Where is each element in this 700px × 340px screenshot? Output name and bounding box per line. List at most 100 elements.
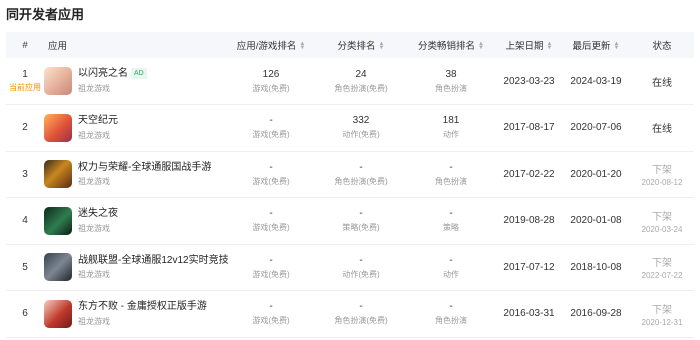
category-rank-value: -	[359, 254, 363, 266]
launch-date: 2019-08-28	[503, 215, 555, 227]
grossing-rank-subtitle: 角色扮演	[435, 83, 467, 93]
app-name-link[interactable]: 东方不败 - 金庸授权正版手游	[78, 301, 207, 312]
app-game-rank-value: -	[269, 208, 273, 220]
status-date: 2020-08-12	[641, 178, 683, 188]
column-header-launch-date[interactable]: 上架日期 ▲ ▼	[496, 32, 562, 58]
app-game-rank-value: -	[269, 161, 273, 173]
grossing-rank-value: 181	[442, 115, 460, 127]
app-name-link[interactable]: 以闪亮之名	[78, 68, 128, 79]
row-index: 5	[22, 261, 28, 273]
app-name-link[interactable]: 权力与荣耀-全球通服国战手游	[78, 162, 211, 173]
developer-name[interactable]: 祖龙游戏	[78, 270, 229, 280]
grossing-rank-value: -	[449, 208, 453, 220]
app-game-rank-cell: - 游戏(免费)	[226, 291, 316, 338]
row-index: 6	[22, 308, 28, 320]
grossing-rank-subtitle: 角色扮演	[435, 316, 467, 326]
sort-updown-icon[interactable]: ▲ ▼	[379, 41, 385, 51]
column-header-grossing-rank[interactable]: 分类畅销排名 ▲ ▼	[406, 32, 496, 58]
app-name-link[interactable]: 战舰联盟-全球通服12v12实时竞技	[78, 255, 229, 266]
status-date: 2020-03-24	[641, 224, 683, 234]
launch-date: 2016-03-31	[503, 308, 555, 320]
developer-name[interactable]: 祖龙游戏	[78, 84, 147, 94]
grossing-rank-cell: 38 角色扮演	[406, 58, 496, 105]
status-text: 在线	[652, 77, 672, 89]
last-update-date: 2024-03-19	[570, 75, 622, 87]
developer-name[interactable]: 祖龙游戏	[78, 131, 118, 141]
table-row[interactable]: 2 天空纪元 祖龙游戏 - 游戏(免费) 332 动作(免费) 181 动作 2	[6, 105, 694, 152]
table-row[interactable]: 1 当前应用 以闪亮之名 AD 祖龙游戏 126 游戏(免费) 24 角色扮演(免…	[6, 58, 694, 105]
grossing-rank-cell: - 角色扮演	[406, 291, 496, 338]
row-index: 2	[22, 122, 28, 134]
game-icon-tiankongjiyuan[interactable]	[44, 113, 72, 142]
developer-name[interactable]: 祖龙游戏	[78, 224, 118, 234]
app-game-rank-value: -	[269, 254, 273, 266]
game-icon-mishizhiye[interactable]	[44, 206, 72, 235]
grossing-rank-subtitle: 动作	[443, 130, 459, 140]
column-header-category-rank[interactable]: 分类排名 ▲ ▼	[316, 32, 406, 58]
app-game-rank-subtitle: 游戏(免费)	[252, 269, 290, 279]
app-game-rank-subtitle: 游戏(免费)	[252, 316, 290, 326]
table-row[interactable]: 6 东方不败 - 金庸授权正版手游 祖龙游戏 - 游戏(免费) - 角色扮演(免…	[6, 291, 694, 338]
launch-date: 2023-03-23	[503, 75, 555, 87]
category-rank-value: -	[359, 161, 363, 173]
status-text: 下架	[652, 258, 672, 270]
status-cell: 下架 2020-12-31	[630, 291, 694, 338]
row-index: 4	[22, 215, 28, 227]
app-game-rank-subtitle: 游戏(免费)	[252, 83, 290, 93]
sort-updown-icon[interactable]: ▲ ▼	[299, 41, 305, 51]
game-icon-dongfangbubai[interactable]	[44, 299, 72, 328]
same-developer-apps-table: # 应用 应用/游戏排名 ▲ ▼ 分类排名 ▲ ▼ 分类畅销排名 ▲ ▼ 上架日期 ▲ ▼ 最后…	[6, 32, 694, 338]
game-icon-quanliyurongyao[interactable]	[44, 160, 72, 189]
status-text: 下架	[652, 165, 672, 177]
row-index-cell: 6	[6, 291, 44, 338]
developer-name[interactable]: 祖龙游戏	[78, 317, 207, 327]
launch-date: 2017-02-22	[503, 168, 555, 180]
ad-badge: AD	[131, 68, 147, 80]
category-rank-value: -	[359, 301, 363, 313]
category-rank-value: 24	[355, 68, 367, 80]
game-icon-yishanliangzhiming[interactable]	[44, 67, 72, 95]
column-header-last-update[interactable]: 最后更新 ▲ ▼	[562, 32, 630, 58]
grossing-rank-subtitle: 动作	[443, 269, 459, 279]
status-text: 在线	[652, 124, 672, 136]
status-cell: 下架 2022-07-22	[630, 244, 694, 291]
sort-updown-icon[interactable]: ▲ ▼	[614, 41, 620, 51]
category-rank-cell: - 策略(免费)	[316, 198, 406, 245]
last-update-date: 2020-01-20	[570, 168, 622, 180]
column-header-label: 上架日期	[505, 41, 544, 52]
last-update-date: 2020-01-08	[570, 215, 622, 227]
grossing-rank-cell: - 角色扮演	[406, 151, 496, 198]
app-game-rank-cell: - 游戏(免费)	[226, 151, 316, 198]
category-rank-subtitle: 角色扮演(免费)	[334, 83, 388, 93]
table-row[interactable]: 4 迷失之夜 祖龙游戏 - 游戏(免费) - 策略(免费) - 策略 2019-	[6, 198, 694, 245]
status-date: 2020-12-31	[641, 317, 683, 327]
last-update-cell: 2018-10-08	[562, 244, 630, 291]
row-index-cell: 4	[6, 198, 44, 245]
app-cell: 权力与荣耀-全球通服国战手游 祖龙游戏	[44, 151, 226, 198]
app-name-link[interactable]: 迷失之夜	[78, 208, 118, 219]
status-text: 下架	[652, 304, 672, 316]
table-row[interactable]: 3 权力与荣耀-全球通服国战手游 祖龙游戏 - 游戏(免费) - 角色扮演(免费…	[6, 151, 694, 198]
status-cell: 在线	[630, 58, 694, 105]
category-rank-cell: 332 动作(免费)	[316, 105, 406, 152]
column-header-label: 最后更新	[572, 41, 611, 52]
sort-updown-icon[interactable]: ▲ ▼	[547, 41, 553, 51]
category-rank-subtitle: 动作(免费)	[342, 130, 380, 140]
status-cell: 在线	[630, 105, 694, 152]
last-update-cell: 2020-01-08	[562, 198, 630, 245]
grossing-rank-subtitle: 策略	[443, 223, 459, 233]
table-row[interactable]: 5 战舰联盟-全球通服12v12实时竞技 祖龙游戏 - 游戏(免费) - 动作(…	[6, 244, 694, 291]
column-header-app-game-rank[interactable]: 应用/游戏排名 ▲ ▼	[226, 32, 316, 58]
category-rank-subtitle: 动作(免费)	[342, 269, 380, 279]
column-header-label: 分类畅销排名	[418, 41, 476, 52]
app-name-link[interactable]: 天空纪元	[78, 115, 118, 126]
sort-updown-icon[interactable]: ▲ ▼	[478, 41, 484, 51]
row-index-cell: 2	[6, 105, 44, 152]
row-index: 3	[22, 168, 28, 180]
grossing-rank-value: 38	[445, 68, 457, 80]
developer-name[interactable]: 祖龙游戏	[78, 177, 211, 187]
app-game-rank-cell: - 游戏(免费)	[226, 105, 316, 152]
app-game-rank-value: -	[269, 115, 273, 127]
category-rank-cell: 24 角色扮演(免费)	[316, 58, 406, 105]
game-icon-zhanjianlianmeng[interactable]	[44, 253, 72, 282]
